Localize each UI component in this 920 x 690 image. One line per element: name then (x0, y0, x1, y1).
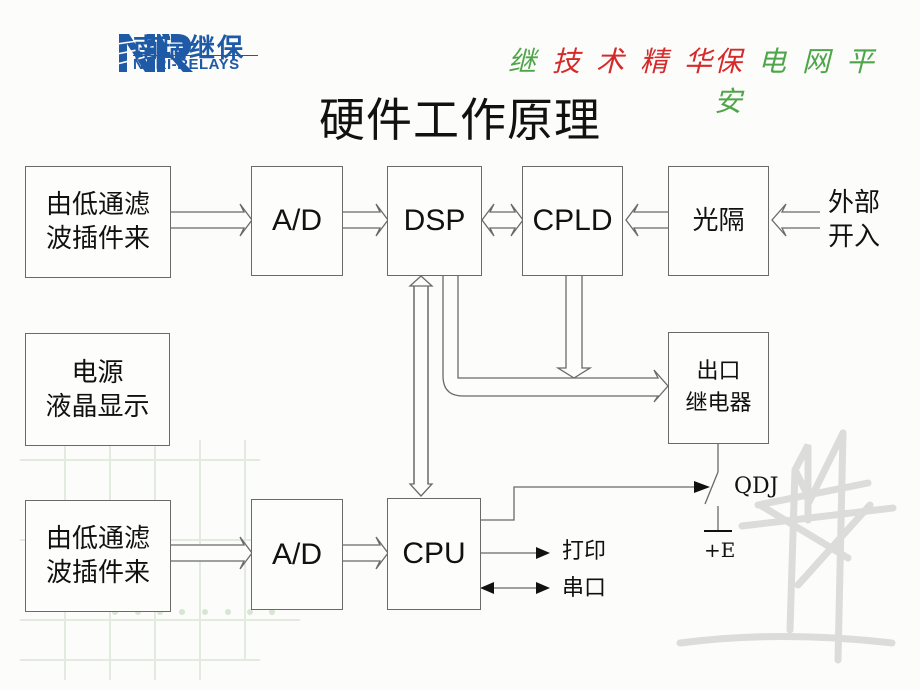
block-label: CPLD (532, 204, 613, 237)
block-label: DSP (403, 204, 466, 237)
cpu-to-switch-line (480, 486, 700, 521)
print-arrow-icon (536, 547, 550, 559)
arrow-external-to-opto (771, 203, 820, 237)
block-line: 液晶显示 (45, 391, 150, 422)
block-line: 电源 (71, 357, 124, 388)
block-label: A/D (271, 537, 322, 571)
serial-arrow-right-icon (536, 582, 550, 594)
arrow-ad-to-cpu (342, 536, 389, 570)
block-label: 光隔 (692, 206, 745, 236)
serial-arrow-left-icon (480, 582, 494, 594)
block-line: 由低通滤 (45, 190, 150, 220)
arrow-lpf-to-ad-top (170, 203, 253, 237)
label-print: 打印 (562, 539, 607, 564)
block-cpu: CPU (387, 498, 481, 610)
block-cpld: CPLD (522, 166, 623, 276)
label-serial: 串口 (562, 576, 607, 601)
arrow-lpf-to-ad-bottom (170, 536, 253, 570)
block-ad-top: A/D (251, 166, 343, 276)
arrow-dsp-cpld-bidirectional (481, 203, 524, 237)
arrow-cpld-down (555, 276, 593, 379)
block-dsp: DSP (387, 166, 482, 276)
label-line: 外部 (828, 188, 881, 218)
arrow-opto-to-cpld (625, 203, 668, 237)
block-lpf-top: 由低通滤 波插件来 (25, 166, 171, 278)
block-optocoupler: 光隔 (668, 166, 769, 276)
block-output-relay: 出口 继电器 (668, 332, 769, 444)
arrow-ad-to-dsp (342, 203, 389, 237)
arrow-dsp-to-relay (442, 276, 669, 403)
label-line: 开入 (828, 222, 881, 252)
label-plus-e: +E (704, 538, 736, 562)
block-label: CPU (402, 537, 466, 570)
block-line: 继电器 (685, 391, 752, 416)
block-power-lcd: 电源 液晶显示 (25, 333, 170, 446)
label-qdj: QDJ (734, 474, 779, 499)
block-line: 波插件来 (45, 558, 150, 588)
block-label: A/D (271, 204, 322, 237)
block-lpf-bottom: 由低通滤 波插件来 (25, 500, 171, 612)
label-external-input: 外部 开入 (828, 186, 880, 254)
block-ad-bottom: A/D (251, 499, 343, 610)
switch-arrow-icon (694, 481, 710, 493)
block-line: 由低通滤 (45, 524, 150, 554)
block-line: 波插件来 (45, 224, 150, 254)
block-line: 出口 (696, 359, 741, 384)
